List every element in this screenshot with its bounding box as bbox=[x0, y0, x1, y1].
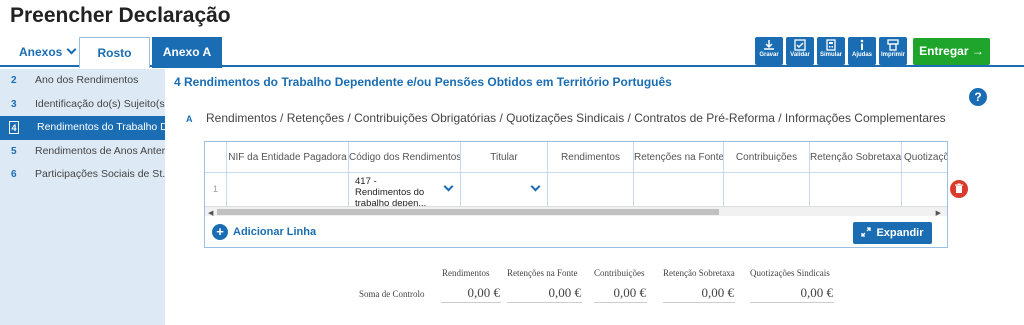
expand-icon bbox=[861, 227, 872, 237]
print-label: Imprimir bbox=[880, 52, 905, 58]
sidebar-item-num: 3 bbox=[11, 98, 17, 110]
total-underline bbox=[663, 302, 735, 303]
nif-input[interactable] bbox=[227, 173, 348, 205]
total-quotizacoes: 0,00 € bbox=[800, 285, 834, 300]
col-rendimentos: Rendimentos bbox=[548, 142, 634, 206]
validate-button[interactable]: Validar bbox=[786, 37, 814, 65]
col-contribuicoes: Contribuições bbox=[724, 142, 810, 206]
printer-icon bbox=[887, 39, 899, 51]
totals-header: Quotizações Sindicais bbox=[750, 268, 830, 278]
column-header: Retenção Sobretaxa bbox=[810, 142, 901, 173]
sidebar-item-num: 5 bbox=[11, 145, 17, 157]
simulate-button[interactable]: Simular bbox=[817, 37, 845, 65]
sidebar-item-label: Participações Sociais de St... bbox=[35, 168, 165, 180]
add-line-button[interactable]: + Adicionar Linha bbox=[212, 224, 316, 240]
codigo-select[interactable]: 417 - Rendimentos do trabalho depen... bbox=[349, 173, 460, 209]
col-quotizacoes: Quotizações bbox=[902, 142, 947, 206]
sidebar-item-num: 4 bbox=[9, 121, 19, 134]
scroll-right-arrow-icon[interactable]: ▶ bbox=[936, 209, 941, 217]
chevron-down-icon bbox=[530, 181, 541, 192]
column-header: NIF da Entidade Pagadora bbox=[227, 142, 348, 173]
column-header: Retenções na Fonte bbox=[634, 142, 723, 173]
scroll-thumb[interactable] bbox=[217, 209, 719, 215]
totals-header: Rendimentos bbox=[442, 268, 490, 278]
column-header: Quotizações bbox=[902, 142, 947, 173]
info-icon bbox=[860, 39, 864, 50]
total-underline bbox=[750, 302, 834, 303]
rendimentos-input[interactable] bbox=[548, 173, 633, 205]
totals-header: Contribuições bbox=[594, 268, 645, 278]
chevron-down-icon bbox=[443, 181, 454, 192]
total-rendimentos: 0,00 € bbox=[467, 285, 501, 300]
sidebar-item-num: 6 bbox=[11, 169, 17, 180]
column-header: Rendimentos bbox=[548, 142, 633, 173]
tab-anexos-label: Anexos bbox=[19, 45, 63, 59]
section-title: 4 Rendimentos do Trabalho Dependente e/o… bbox=[174, 75, 672, 89]
tab-anexo-a[interactable]: Anexo A bbox=[152, 37, 222, 68]
titular-select[interactable] bbox=[461, 173, 547, 205]
row-number: 1 bbox=[212, 184, 218, 194]
checkbox-icon bbox=[794, 39, 806, 51]
codigo-value: 417 - Rendimentos do trabalho depen... bbox=[355, 176, 427, 209]
column-header: Titular bbox=[461, 142, 547, 173]
total-underline bbox=[441, 302, 501, 303]
add-line-label: Adicionar Linha bbox=[233, 225, 317, 238]
column-header: Código dos Rendimentos bbox=[349, 142, 460, 173]
sidebar-item-participacoes[interactable]: 6 Participações Sociais de St... bbox=[0, 163, 165, 187]
col-rownum: 1 bbox=[205, 142, 227, 206]
column-header: Contribuições bbox=[724, 142, 809, 173]
download-icon bbox=[764, 40, 774, 50]
contribuicoes-input[interactable] bbox=[724, 173, 809, 205]
subsection-letter: A bbox=[186, 114, 193, 124]
calculator-icon bbox=[826, 39, 836, 51]
col-codigo: Código dos Rendimentos 417 - Rendimentos… bbox=[349, 142, 461, 209]
col-titular: Titular bbox=[461, 142, 548, 206]
total-underline bbox=[594, 302, 647, 303]
col-sobretaxa: Retenção Sobretaxa bbox=[810, 142, 902, 206]
sidebar-item-label: Rendimentos do Trabalho D... bbox=[37, 121, 165, 133]
total-retencoes: 0,00 € bbox=[548, 285, 582, 300]
sidebar-item-label: Identificação do(s) Sujeito(s... bbox=[35, 97, 165, 110]
help-icon[interactable]: ? bbox=[969, 88, 987, 106]
col-retencoes: Retenções na Fonte bbox=[634, 142, 724, 206]
sidebar-item-anos-anteriores[interactable]: 5 Rendimentos de Anos Anter... bbox=[0, 140, 165, 164]
totals-label: Soma de Controlo bbox=[359, 289, 425, 299]
validate-label: Validar bbox=[790, 52, 810, 58]
simulate-label: Simular bbox=[819, 52, 842, 58]
expand-label: Expandir bbox=[876, 227, 924, 239]
horizontal-scrollbar[interactable]: ◀ ▶ bbox=[205, 206, 947, 217]
save-label: Gravar bbox=[759, 52, 779, 58]
retencoes-input[interactable] bbox=[634, 173, 723, 205]
col-nif: NIF da Entidade Pagadora bbox=[227, 142, 349, 206]
submit-button[interactable]: Entregar → bbox=[913, 38, 990, 65]
totals-header: Retenção Sobretaxa bbox=[663, 268, 735, 278]
sidebar-item-num: 2 bbox=[11, 75, 17, 86]
total-sobretaxa: 0,00 € bbox=[701, 285, 735, 300]
tab-rosto[interactable]: Rosto bbox=[79, 37, 150, 68]
total-contribuicoes: 0,00 € bbox=[613, 285, 647, 300]
help-topics-label: Ajudas bbox=[851, 52, 872, 58]
tab-anexos[interactable]: Anexos bbox=[19, 37, 77, 67]
quotizacoes-input[interactable] bbox=[902, 173, 947, 205]
expand-button[interactable]: Expandir bbox=[853, 222, 932, 244]
totals-header: Retenções na Fonte bbox=[507, 268, 578, 278]
subsection-title: Rendimentos / Retenções / Contribuições … bbox=[206, 111, 946, 125]
total-underline bbox=[507, 302, 582, 303]
print-button[interactable]: Imprimir bbox=[879, 37, 907, 65]
sobretaxa-input[interactable] bbox=[810, 173, 901, 205]
sidebar-item-label: Ano dos Rendimentos bbox=[35, 74, 139, 86]
page-title: Preencher Declaração bbox=[10, 4, 231, 27]
save-button[interactable]: Gravar bbox=[755, 37, 783, 65]
sidebar-item-rendimentos-trabalho[interactable]: 4 Rendimentos do Trabalho D... bbox=[0, 116, 165, 140]
trash-icon bbox=[955, 183, 963, 193]
sidebar-item-identificacao[interactable]: 3 Identificação do(s) Sujeito(s... bbox=[0, 93, 165, 117]
scroll-left-arrow-icon[interactable]: ◀ bbox=[208, 209, 213, 217]
help-topics-button[interactable]: Ajudas bbox=[848, 37, 876, 65]
delete-row-button[interactable] bbox=[950, 180, 968, 198]
sidebar: 2 Ano dos Rendimentos 3 Identificação do(s… bbox=[0, 69, 165, 325]
plus-icon: + bbox=[212, 224, 228, 240]
chevron-down-icon bbox=[66, 44, 77, 55]
sidebar-item-ano[interactable]: 2 Ano dos Rendimentos bbox=[0, 69, 165, 93]
sidebar-item-label: Rendimentos de Anos Anter... bbox=[35, 144, 165, 157]
